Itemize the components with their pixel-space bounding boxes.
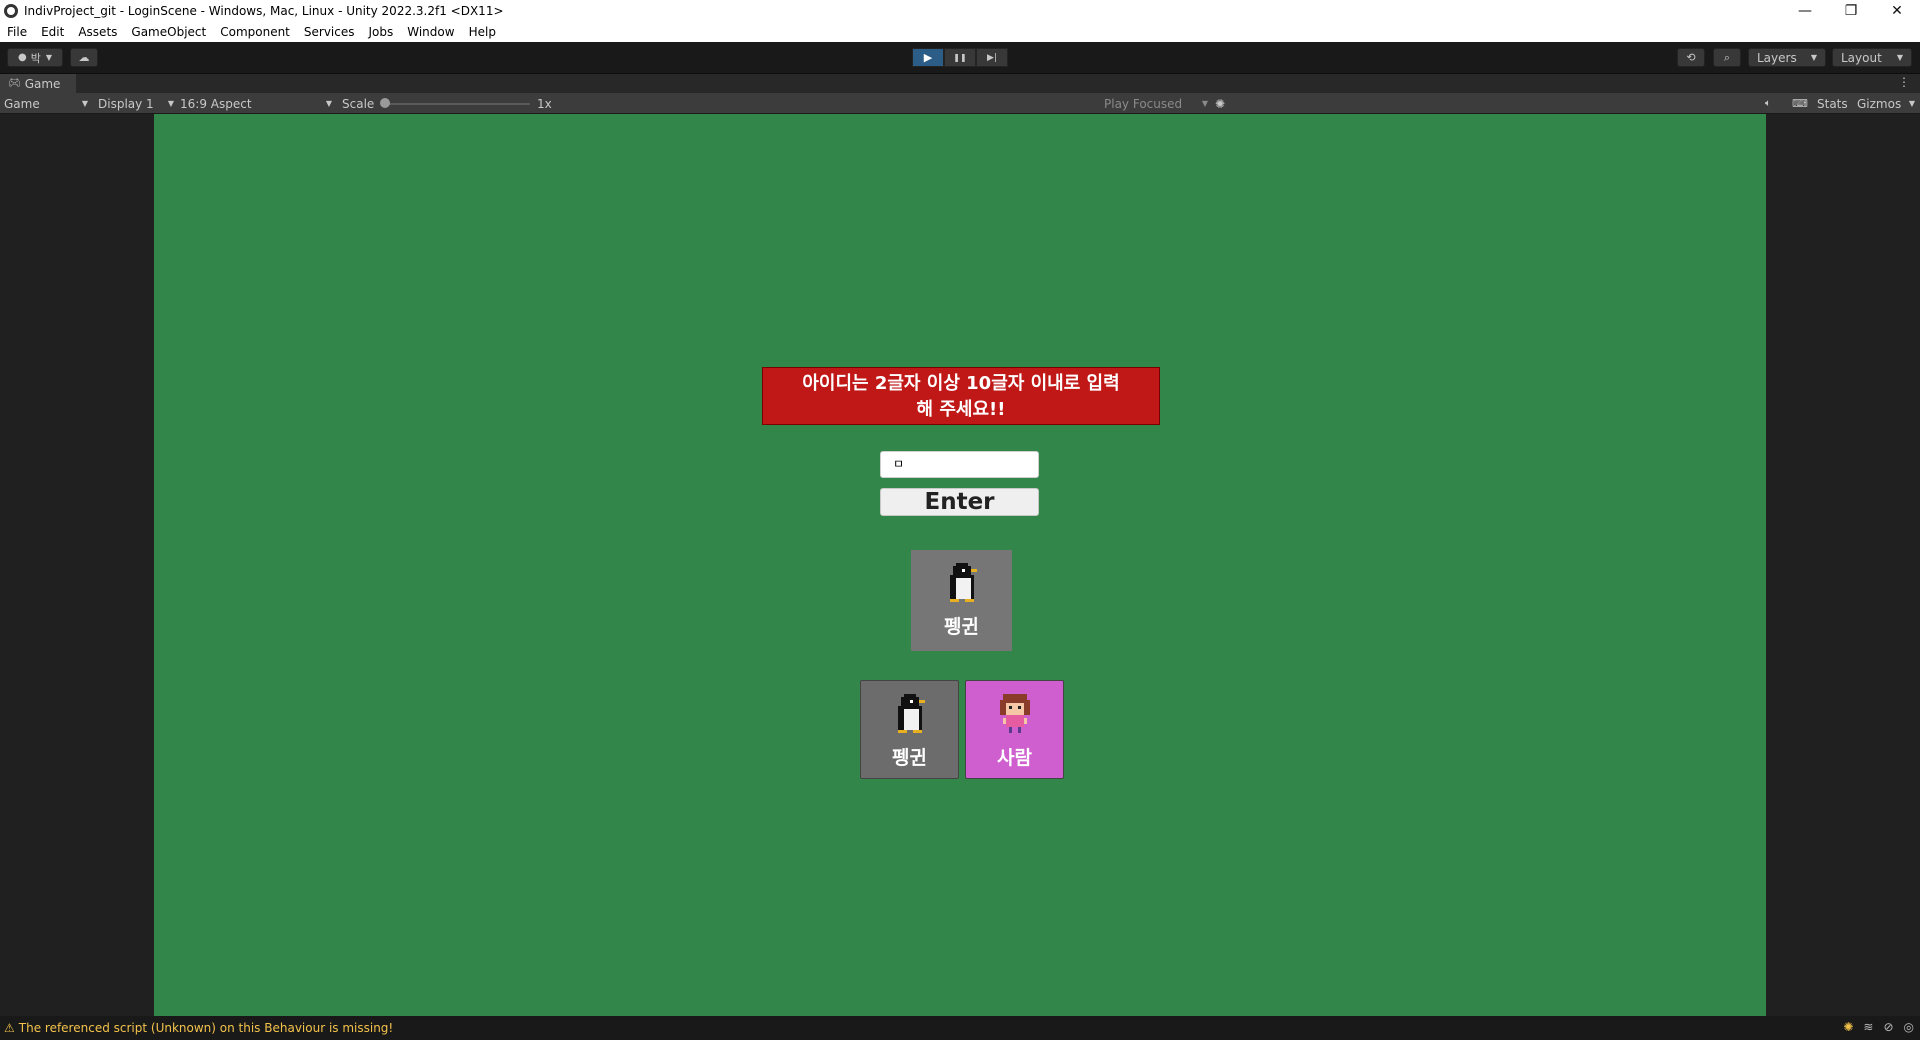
human-sprite-icon: [999, 694, 1030, 733]
step-icon: ▶|: [987, 52, 997, 63]
undo-history-button[interactable]: ⟲: [1677, 48, 1705, 67]
menu-file[interactable]: File: [0, 25, 34, 39]
keyboard-toggle[interactable]: ⌨: [1792, 93, 1808, 114]
layers-label: Layers: [1757, 50, 1797, 65]
menu-edit[interactable]: Edit: [34, 25, 71, 39]
play-icon: ▶: [923, 51, 933, 64]
gizmos-label: Gizmos: [1857, 96, 1902, 111]
scale-slider-track[interactable]: [382, 103, 530, 105]
penguin-sprite-icon: [949, 563, 977, 602]
selected-character-preview: 펭귄: [911, 550, 1012, 651]
play-button[interactable]: ▶: [912, 48, 944, 67]
warning-icon: ⚠: [4, 1021, 15, 1035]
search-button[interactable]: ⌕: [1713, 48, 1741, 67]
scale-label: Scale: [342, 96, 375, 111]
menu-assets[interactable]: Assets: [71, 25, 124, 39]
account-icon: ●: [17, 52, 27, 63]
game-view-controls: Game ▼ Display 1 ▼ 16:9 Aspect ▼ Scale 1…: [0, 93, 1920, 114]
menu-services[interactable]: Services: [297, 25, 362, 39]
character-option-label: 펭귄: [892, 747, 927, 769]
main-toolbar: ● 박 ▼ ☁ ▶ ❚❚ ▶| ⟲ ⌕ Layers ▼ Layout ▼: [0, 42, 1920, 74]
cloud-button[interactable]: ☁: [70, 48, 98, 67]
speaker-icon: 🔈︎: [1765, 98, 1771, 109]
title-bar: IndivProject_git - LoginScene - Windows,…: [0, 0, 1920, 22]
tab-game[interactable]: 🎮︎ Game: [0, 74, 76, 93]
character-option-label: 사람: [997, 747, 1032, 769]
search-icon: ⌕: [1723, 50, 1731, 64]
aspect-label: 16:9 Aspect: [180, 96, 252, 111]
scale-value: 1x: [537, 96, 552, 111]
chevron-down-icon: ▼: [81, 99, 88, 108]
gamepad-icon: 🎮︎: [8, 78, 21, 89]
aspect-dropdown[interactable]: 16:9 Aspect ▼: [180, 93, 332, 114]
menu-component[interactable]: Component: [213, 25, 297, 39]
pause-button[interactable]: ❚❚: [944, 48, 976, 67]
mute-audio-toggle[interactable]: 🔈︎: [1765, 93, 1771, 114]
status-bar[interactable]: ⚠ The referenced script (Unknown) on thi…: [0, 1016, 1920, 1040]
menu-gameobject[interactable]: GameObject: [124, 25, 213, 39]
game-tab-header: 🎮︎ Game ⋮: [0, 74, 1920, 93]
unity-logo-icon: [4, 4, 18, 18]
keyboard-icon: ⌨: [1792, 97, 1808, 110]
error-message-line-2: 해 주세요!!: [916, 399, 1006, 420]
status-icons: ✺ ≋ ⊘ ◎: [1843, 1020, 1914, 1034]
display-label: Display 1: [98, 96, 154, 111]
chevron-down-icon: ▼: [167, 99, 174, 108]
status-message[interactable]: The referenced script (Unknown) on this …: [19, 1021, 393, 1035]
penguin-sprite-icon: [897, 694, 925, 733]
network-icon[interactable]: ⊘: [1883, 1020, 1893, 1034]
close-button[interactable]: ✕: [1874, 0, 1920, 22]
chevron-down-icon: ▼: [1810, 53, 1817, 62]
layout-label: Layout: [1841, 50, 1882, 65]
account-label: 박: [30, 51, 41, 65]
layout-dropdown[interactable]: Layout ▼: [1832, 48, 1912, 67]
selected-character-name: 펭귄: [944, 616, 979, 638]
menu-help[interactable]: Help: [462, 25, 503, 39]
view-mode-dropdown[interactable]: Game ▼: [4, 93, 88, 114]
enter-button[interactable]: Enter: [880, 488, 1039, 516]
pause-icon: ❚❚: [953, 53, 967, 62]
window-title: IndivProject_git - LoginScene - Windows,…: [24, 4, 504, 18]
tab-game-label: Game: [24, 76, 61, 91]
stats-button[interactable]: Stats: [1817, 93, 1848, 114]
tab-menu-icon[interactable]: ⋮: [1898, 75, 1910, 89]
account-dropdown[interactable]: ● 박 ▼: [7, 48, 63, 67]
chevron-down-icon: ▼: [325, 99, 332, 108]
chevron-down-icon: ▼: [1201, 99, 1208, 108]
cloud-icon: ☁: [78, 51, 90, 64]
scale-slider-handle[interactable]: [380, 98, 390, 108]
check-circle-icon[interactable]: ◎: [1904, 1020, 1914, 1034]
play-focused-label: Play Focused: [1104, 96, 1183, 111]
debug-toggle[interactable]: ✺: [1215, 93, 1225, 114]
play-focused-dropdown[interactable]: Play Focused ▼: [1104, 93, 1208, 114]
menu-window[interactable]: Window: [400, 25, 461, 39]
bug-icon[interactable]: ✺: [1843, 1020, 1853, 1034]
menu-bar: File Edit Assets GameObject Component Se…: [0, 22, 1920, 42]
bug-icon: ✺: [1215, 96, 1226, 111]
history-icon: ⟲: [1686, 51, 1696, 64]
step-button[interactable]: ▶|: [976, 48, 1008, 67]
error-message-box: 아이디는 2글자 이상 10글자 이내로 입력 해 주세요!!: [762, 367, 1160, 425]
layers-dropdown[interactable]: Layers ▼: [1748, 48, 1826, 67]
restore-button[interactable]: ❐: [1828, 0, 1874, 22]
playmode-controls: ▶ ❚❚ ▶|: [912, 48, 1008, 67]
chevron-down-icon: ▼: [1896, 53, 1903, 62]
menu-jobs[interactable]: Jobs: [362, 25, 401, 39]
chevron-down-icon: ▼: [1908, 99, 1915, 108]
character-option-human[interactable]: 사람: [965, 680, 1064, 779]
view-mode-label: Game: [4, 96, 40, 111]
error-message-line-1: 아이디는 2글자 이상 10글자 이내로 입력: [802, 373, 1120, 394]
user-id-input[interactable]: ㅁ: [880, 451, 1039, 478]
character-option-penguin[interactable]: 펭귄: [860, 680, 959, 779]
stack-icon[interactable]: ≋: [1863, 1020, 1873, 1034]
gizmos-dropdown[interactable]: Gizmos ▼: [1857, 93, 1915, 114]
minimize-button[interactable]: —: [1782, 0, 1828, 22]
display-dropdown[interactable]: Display 1 ▼: [98, 93, 174, 114]
chevron-down-icon: ▼: [45, 53, 52, 62]
